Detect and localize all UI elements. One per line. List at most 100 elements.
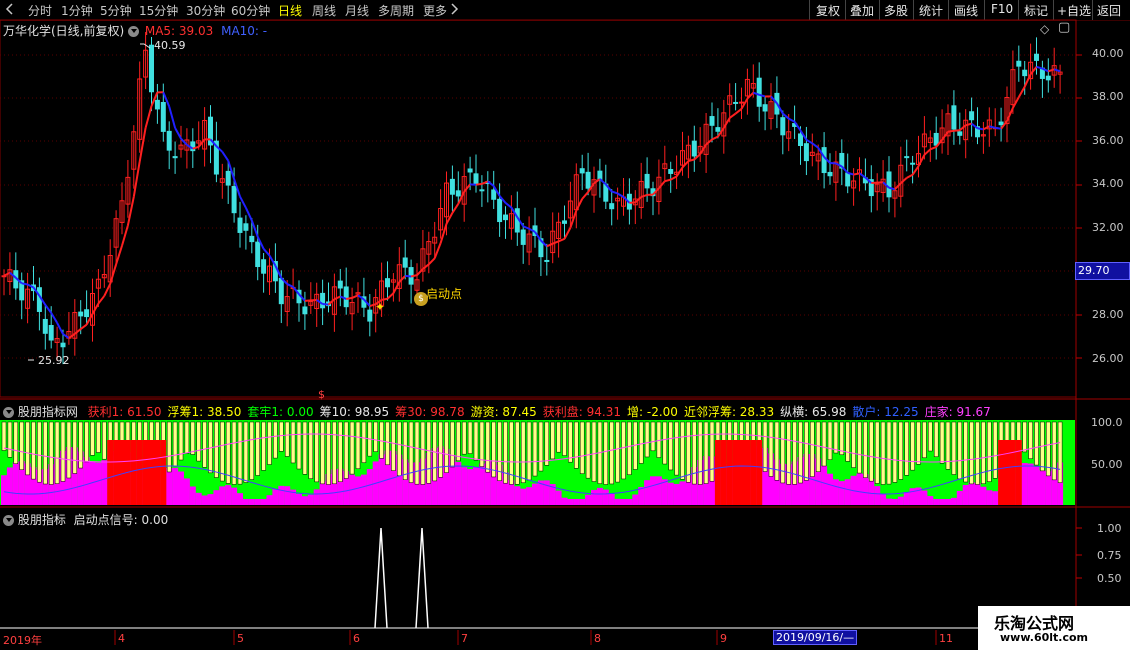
indicator1-field: 获利1: 61.50 xyxy=(87,405,162,419)
indicator1-bar-red xyxy=(113,440,120,505)
ma-line-segment xyxy=(126,196,135,226)
indicator1-bar-yellow xyxy=(438,421,443,478)
indicator1-bar-red xyxy=(160,440,167,505)
candle-body xyxy=(904,156,910,159)
signal-value: 启动点信号: 0.00 xyxy=(73,513,169,527)
indicator1-bar-magenta xyxy=(237,493,243,505)
ma-line-segment xyxy=(351,294,359,299)
indicator1-bar-yellow xyxy=(762,421,768,472)
indicator1-bar-yellow xyxy=(526,421,532,481)
indicator1-bar-yellow xyxy=(692,421,697,485)
indicator1-bar-magenta xyxy=(945,499,951,505)
indicator1-bar-magenta xyxy=(602,489,609,505)
indicator1-bar-yellow xyxy=(520,421,526,484)
indicator1-bar-magenta xyxy=(968,482,975,505)
ma-line-segment xyxy=(688,158,695,163)
main-header: 万华化学(日线,前复权) MA5: 39.03 MA10: - xyxy=(3,22,267,39)
ma-line-segment xyxy=(103,283,112,297)
indicator1-bar-magenta xyxy=(360,474,367,505)
indicator1-bar-yellow xyxy=(308,421,314,479)
kline-chart-area[interactable]: $ xyxy=(0,0,1130,650)
crosshair-date-tag: 2019/09/16/— xyxy=(773,630,858,645)
indicator1-bar-magenta xyxy=(201,495,208,505)
candle-body xyxy=(160,101,166,132)
ma-line-segment xyxy=(599,178,607,186)
dropdown-icon[interactable] xyxy=(3,515,14,526)
ma-line-segment xyxy=(44,304,53,314)
indicator1-bar-magenta xyxy=(856,473,863,505)
candle-body xyxy=(249,235,255,243)
indicator1-bar-magenta xyxy=(632,494,639,505)
indicator1-bar-red xyxy=(119,440,125,505)
candle-body xyxy=(845,172,851,187)
indicator1-bar-yellow xyxy=(332,421,337,485)
indicator1-bar-magenta xyxy=(555,490,562,505)
indicator1-bar-yellow xyxy=(60,421,66,482)
indicator1-bar-yellow xyxy=(190,421,196,455)
indicator1-bar-magenta xyxy=(461,467,468,505)
candle-body xyxy=(48,325,54,341)
candle-body xyxy=(320,292,326,309)
indicator1-bar-yellow xyxy=(296,421,302,470)
indicator1-bar-yellow xyxy=(231,421,237,485)
indicator1-bar-magenta xyxy=(12,462,19,505)
indicator1-bar-magenta xyxy=(844,479,851,505)
indicator1-bar-yellow xyxy=(674,421,679,476)
indicator1-bar-magenta xyxy=(974,483,981,505)
diamond-icon[interactable]: ◇ xyxy=(1040,22,1049,36)
indicator1-bar-magenta xyxy=(874,486,881,505)
indicator1-bar-magenta xyxy=(455,461,462,505)
indicator1-bar-yellow xyxy=(302,421,308,475)
indicator1-bar-magenta xyxy=(986,490,993,505)
indicator1-bar-magenta xyxy=(313,489,320,505)
indicator1-bar-magenta xyxy=(626,499,633,505)
ma-line-segment xyxy=(392,281,401,294)
indicator1-bar-magenta xyxy=(166,468,173,505)
indicator1-bar-magenta xyxy=(1027,463,1034,505)
indicator1-bar-yellow xyxy=(780,421,786,484)
indicator1-bar-red xyxy=(154,440,161,505)
indicator1-bar-magenta xyxy=(355,476,361,505)
candle-body xyxy=(544,259,550,262)
indicator1-bar-yellow xyxy=(686,421,691,483)
ma-line-segment xyxy=(906,173,914,179)
dropdown-icon[interactable] xyxy=(3,407,14,418)
ma-line-segment xyxy=(581,191,589,200)
indicator1-bar-yellow xyxy=(1,421,7,451)
indicator1-bar-magenta xyxy=(980,486,987,505)
indicator1-bar-yellow xyxy=(957,421,963,480)
ma-line-segment xyxy=(504,202,513,209)
candle-body xyxy=(644,173,650,189)
candle-body xyxy=(385,278,390,288)
indicator1-bar-yellow xyxy=(54,421,60,484)
ma10-label: MA10: - xyxy=(221,24,268,38)
indicator1-bar-yellow xyxy=(255,421,260,476)
indicator1-bar-red xyxy=(130,440,137,505)
indicator1-bar-magenta xyxy=(242,499,249,505)
indicator1-bar-yellow xyxy=(963,421,968,483)
indicator1-bar-yellow xyxy=(668,421,673,471)
indicator1-bar-yellow xyxy=(928,421,933,452)
ma-line-segment xyxy=(911,165,920,176)
indicator1-bar-magenta xyxy=(1,475,7,505)
maximize-icon[interactable]: ▢ xyxy=(1058,20,1070,35)
indicator1-bar-yellow xyxy=(603,421,609,485)
high-pointer xyxy=(140,43,151,49)
indicator1-bar-yellow xyxy=(939,421,945,464)
ma-line-segment xyxy=(929,146,937,151)
indicator1-bar-red xyxy=(142,440,149,505)
ma-line-segment xyxy=(917,154,926,167)
dropdown-icon[interactable] xyxy=(128,26,140,37)
indicator1-bar-yellow xyxy=(7,421,13,458)
indicator1-bar-magenta xyxy=(655,476,662,505)
ma-line-segment xyxy=(1053,68,1061,73)
y-tick: 26.00 xyxy=(1092,352,1124,365)
ma-line-segment xyxy=(711,135,719,141)
ma-line-segment xyxy=(439,223,448,244)
ma-line-segment xyxy=(841,165,849,174)
candle-body xyxy=(579,168,585,174)
timeline-label: 11 xyxy=(939,632,953,645)
indicator1-bar-yellow xyxy=(450,421,455,468)
y-tick: 28.00 xyxy=(1092,308,1124,321)
indicator1-field: 筹30: 98.78 xyxy=(395,405,465,419)
